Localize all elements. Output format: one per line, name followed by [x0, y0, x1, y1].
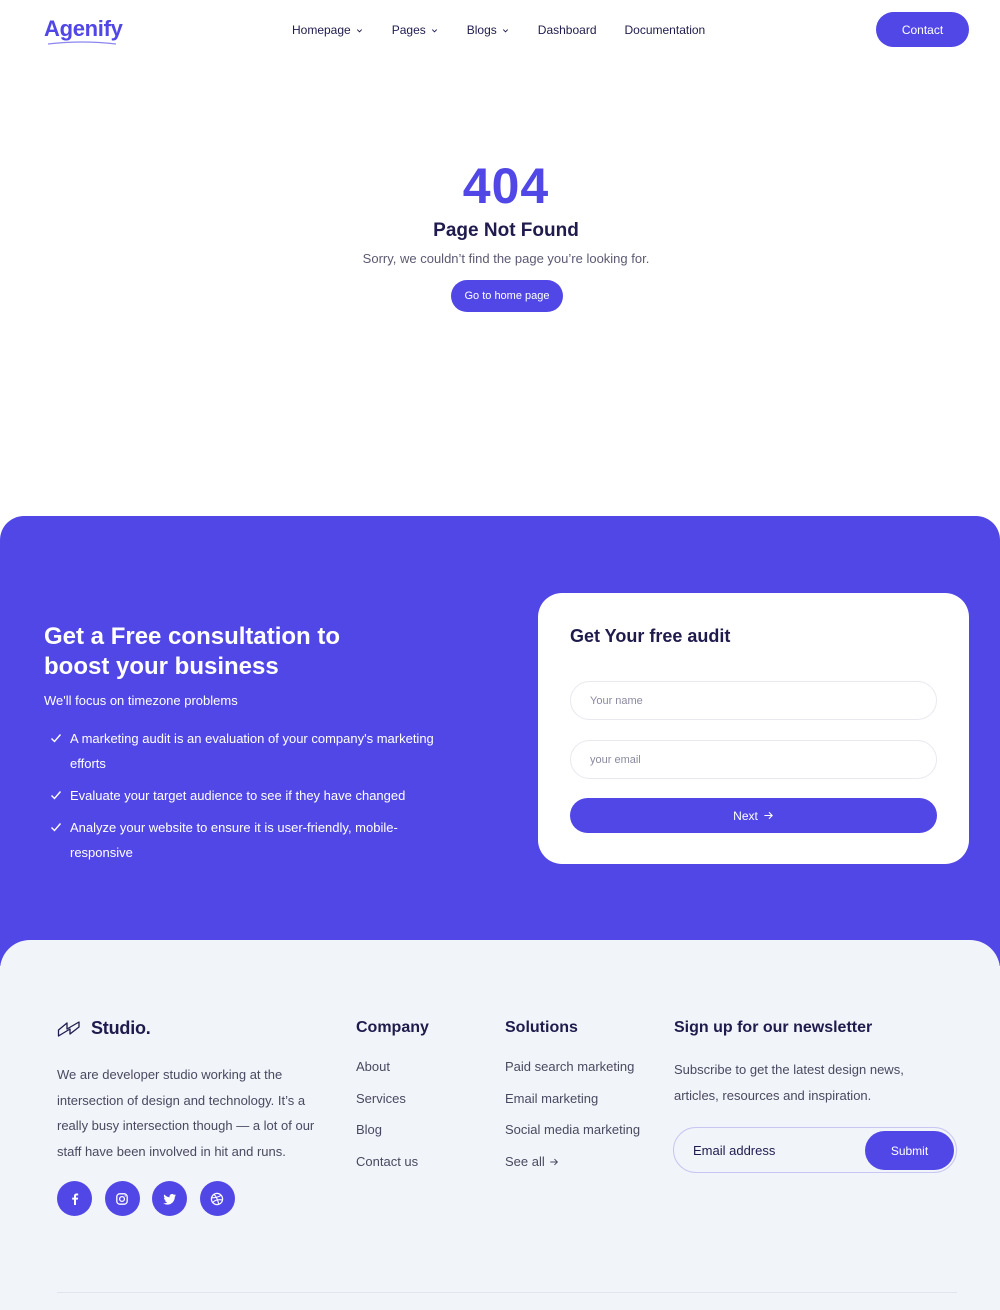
arrow-right-icon: [764, 811, 773, 820]
solutions-links: Paid search marketing Email marketing So…: [505, 1057, 640, 1183]
nav-item-label: Blogs: [466, 23, 497, 37]
nav-item-label: Documentation: [624, 23, 706, 37]
studio-description: We are developer studio working at the i…: [57, 1067, 315, 1159]
footer-link-contact-us[interactable]: Contact us: [356, 1152, 418, 1172]
list-item: Evaluate your target audience to see if …: [50, 783, 460, 808]
newsletter-email-input[interactable]: [693, 1140, 853, 1160]
next-button-label: Next: [733, 808, 758, 823]
social-links: [57, 1181, 247, 1216]
chevron-down-icon: [431, 28, 437, 32]
nav-item-blogs[interactable]: Blogs: [467, 23, 510, 37]
site-header: Agenify Homepage Pages Blogs Dashboard D…: [0, 0, 1000, 60]
footer-link-about[interactable]: About: [356, 1057, 418, 1077]
footer-link-blog[interactable]: Blog: [356, 1120, 418, 1140]
next-button[interactable]: Next: [570, 798, 937, 833]
list-item: A marketing audit is an evaluation of yo…: [50, 726, 460, 776]
consultation-subtitle: We'll focus on timezone problems: [44, 693, 238, 708]
chevron-down-icon: [502, 28, 508, 32]
check-icon: [51, 823, 62, 832]
footer-divider: [57, 1292, 957, 1293]
nav-item-label: Dashboard: [537, 23, 597, 37]
point-text: A marketing audit is an evaluation of yo…: [70, 731, 434, 771]
consultation-section: Get a Free consultation to boost your bu…: [0, 516, 1000, 966]
studio-logo[interactable]: Studio.: [57, 1018, 151, 1039]
error-message: Sorry, we couldn’t find the page you’re …: [362, 251, 650, 266]
nav-item-homepage[interactable]: Homepage: [292, 23, 364, 37]
nav-item-dashboard[interactable]: Dashboard: [538, 23, 597, 37]
instagram-icon: [116, 1192, 128, 1205]
list-item: Analyze your website to ensure it is use…: [50, 815, 460, 865]
footer-link-paid-search[interactable]: Paid search marketing: [505, 1057, 640, 1077]
email-field[interactable]: [570, 740, 937, 779]
twitter-icon: [162, 1193, 176, 1205]
check-icon: [51, 791, 62, 800]
footer-link-email-marketing[interactable]: Email marketing: [505, 1089, 640, 1109]
company-links: About Services Blog Contact us: [356, 1057, 418, 1183]
studio-logo-icon: [57, 1020, 80, 1037]
see-all-label: See all: [505, 1153, 545, 1169]
consultation-points: A marketing audit is an evaluation of yo…: [50, 726, 460, 872]
company-heading: Company: [356, 1019, 429, 1036]
facebook-icon: [71, 1193, 78, 1205]
error-code: 404: [462, 158, 550, 214]
point-text: Analyze your website to ensure it is use…: [70, 820, 398, 860]
point-text: Evaluate your target audience to see if …: [70, 788, 406, 803]
dribbble-icon: [210, 1192, 224, 1205]
footer-link-social-media[interactable]: Social media marketing: [505, 1120, 640, 1140]
arrow-right-icon: [550, 1158, 558, 1166]
newsletter-form: Submit: [673, 1127, 957, 1173]
dribbble-link[interactable]: [199, 1181, 235, 1216]
nav-item-label: Pages: [391, 23, 426, 37]
nav-item-pages[interactable]: Pages: [392, 23, 439, 37]
facebook-link[interactable]: [57, 1181, 92, 1216]
twitter-link[interactable]: [152, 1181, 187, 1216]
error-title: Page Not Found: [433, 220, 579, 241]
logo-swoosh-icon: [47, 41, 117, 45]
footer-link-see-all[interactable]: See all: [505, 1152, 640, 1172]
newsletter-description: Subscribe to get the latest design news,…: [674, 1062, 904, 1103]
studio-name: Studio.: [91, 1018, 151, 1038]
solutions-heading: Solutions: [505, 1019, 578, 1036]
audit-form-card: Get Your free audit Next: [538, 593, 969, 864]
site-footer: Studio. We are developer studio working …: [0, 940, 1000, 1310]
check-icon: [51, 734, 62, 743]
chevron-down-icon: [356, 28, 362, 32]
nav-item-label: Homepage: [292, 23, 351, 37]
nav-item-documentation[interactable]: Documentation: [625, 23, 706, 37]
contact-button[interactable]: Contact: [876, 12, 969, 47]
consultation-title: Get a Free consultation to boost your bu…: [44, 623, 341, 680]
audit-form-title: Get Your free audit: [570, 626, 731, 646]
main-nav: Homepage Pages Blogs Dashboard Documenta…: [292, 23, 733, 37]
instagram-link[interactable]: [104, 1181, 140, 1216]
newsletter-heading: Sign up for our newsletter: [674, 1019, 873, 1036]
submit-button[interactable]: Submit: [865, 1131, 954, 1170]
name-field[interactable]: [570, 681, 937, 720]
go-home-button[interactable]: Go to home page: [451, 280, 563, 312]
brand-logo[interactable]: Agenify: [44, 16, 123, 42]
footer-link-services[interactable]: Services: [356, 1089, 418, 1109]
error-section: 404 Page Not Found Sorry, we couldn’t fi…: [0, 156, 1000, 312]
